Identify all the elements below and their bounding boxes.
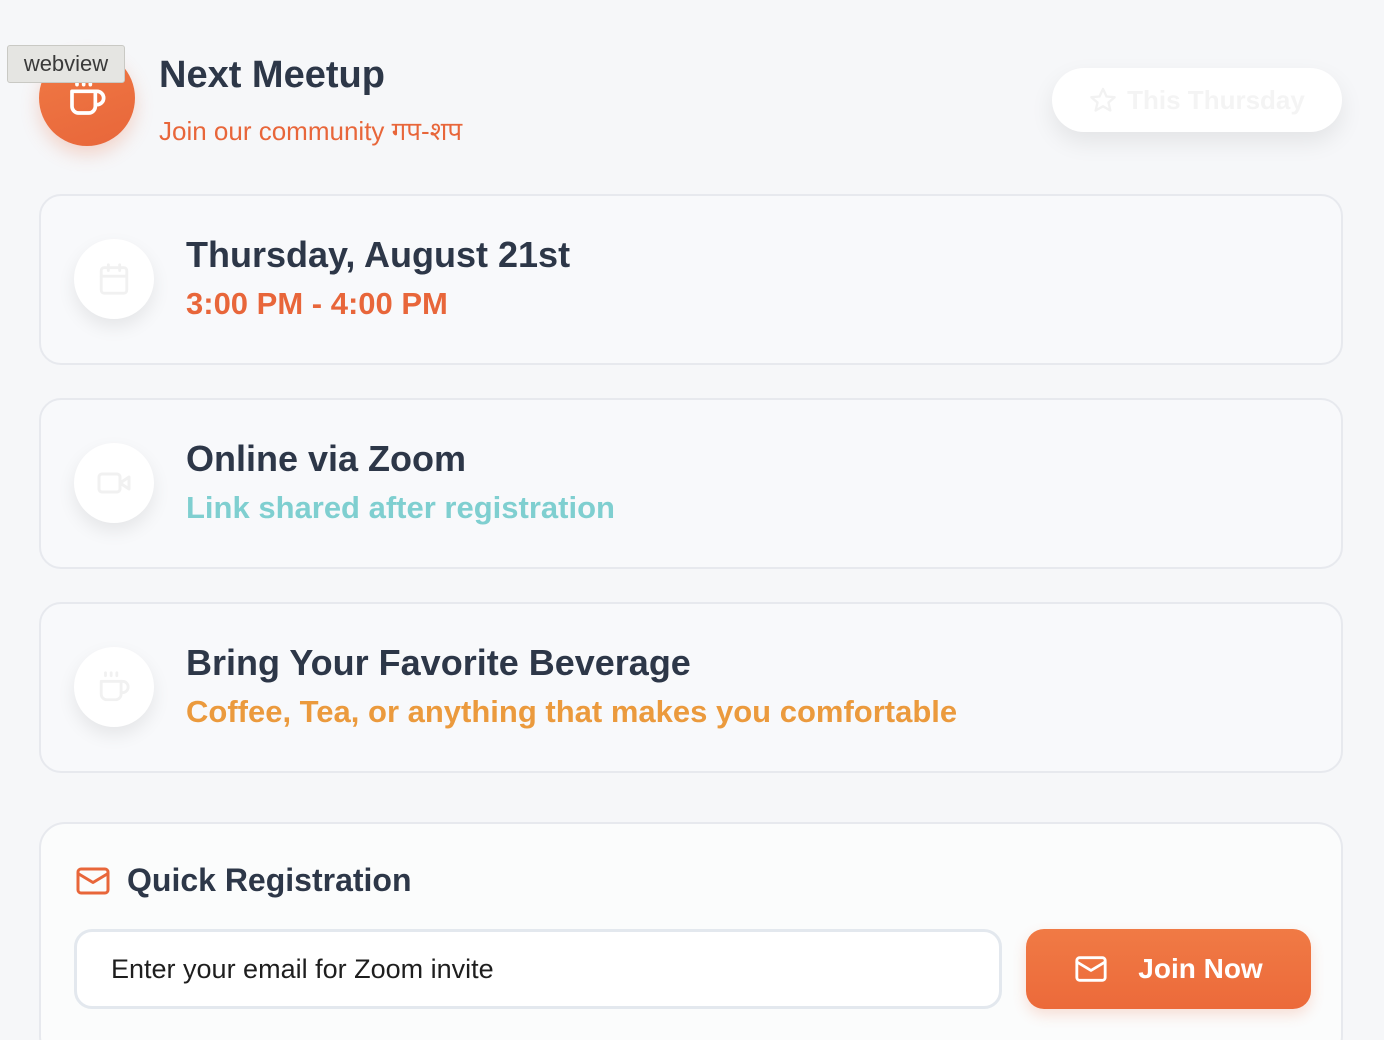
location-icon-circle [74,443,154,523]
page-subtitle: Join our community गप-शप [159,116,463,146]
star-icon [1090,87,1116,112]
date-icon-circle [74,239,154,319]
header: Next Meetup Join our community गप-शप Thi… [38,50,1344,146]
detail-card-beverage: Bring Your Favorite Beverage Coffee, Tea… [39,602,1343,773]
join-now-label: Join Now [1138,953,1263,984]
mail-icon [1075,956,1107,982]
beverage-title: Bring Your Favorite Beverage [186,642,691,683]
video-camera-icon [97,472,131,494]
date-title: Thursday, August 21st [186,234,571,275]
join-now-button[interactable]: Join Now [1026,929,1311,1009]
this-thursday-badge: This Thursday [1052,68,1342,132]
time-subtitle: 3:00 PM - 4:00 PM [186,286,448,321]
location-subtitle: Link shared after registration [186,490,615,525]
coffee-cup-icon [70,79,106,115]
detail-card-location: Online via Zoom Link shared after regist… [39,398,1343,569]
location-title: Online via Zoom [186,438,467,479]
mail-icon [76,867,110,894]
webview-tag: webview [7,45,125,83]
meetup-page: webview Next Meetup Join our community ग… [0,0,1384,1040]
calendar-icon [99,263,129,295]
coffee-cup-icon [99,671,130,702]
page-title: Next Meetup [159,54,385,96]
beverage-subtitle: Coffee, Tea, or anything that makes you … [186,694,958,729]
registration-header: Quick Registration [75,862,412,899]
quick-registration-panel: Quick Registration Join Now [39,822,1343,1040]
detail-card-date: Thursday, August 21st 3:00 PM - 4:00 PM [39,194,1343,365]
badge-label: This Thursday [1127,84,1305,115]
registration-title: Quick Registration [127,862,412,898]
email-input[interactable] [74,929,1002,1009]
beverage-icon-circle [74,647,154,727]
